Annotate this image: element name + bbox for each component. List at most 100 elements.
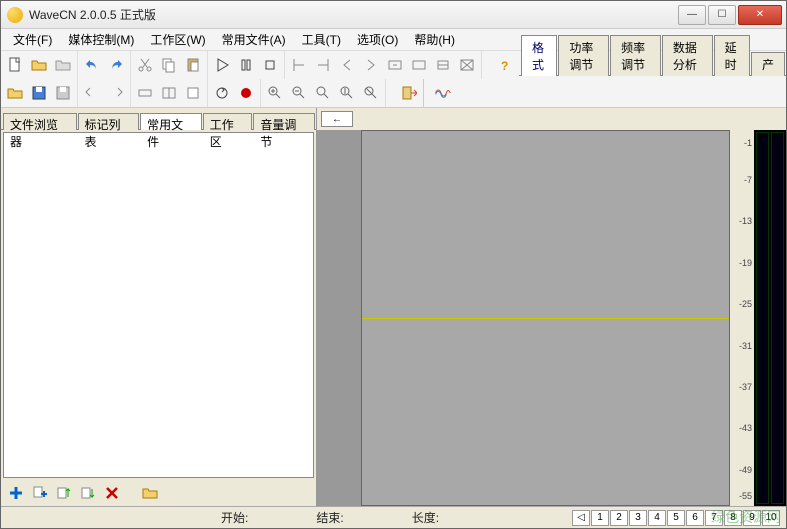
help-icon[interactable]: ? <box>495 55 515 75</box>
delete-item-icon[interactable] <box>103 484 121 502</box>
tab-more[interactable]: 产 <box>751 52 785 76</box>
cut-icon[interactable] <box>135 55 155 75</box>
close-button[interactable]: ✕ <box>738 5 782 25</box>
left-panel: 文件浏览器 标记列表 常用文件 工作区 音量调节 <box>1 108 317 506</box>
marker-prev-icon[interactable] <box>337 55 357 75</box>
pager-1[interactable]: 1 <box>591 510 609 526</box>
tab-file-browser[interactable]: 文件浏览器 <box>3 113 77 130</box>
back-button[interactable]: ← <box>321 111 353 127</box>
marker-next-icon[interactable] <box>361 55 381 75</box>
level-tick: -37 <box>739 382 752 392</box>
pager-9[interactable]: 9 <box>743 510 761 526</box>
pager-6[interactable]: 6 <box>686 510 704 526</box>
zoom-sel-fit-icon[interactable] <box>433 55 453 75</box>
right-panel: ← -1 -7 -13 -19 -25 -31 -37 -43 -49 -55 <box>317 108 786 506</box>
tab-workspace[interactable]: 工作区 <box>203 113 253 130</box>
zoom-out-icon[interactable] <box>289 83 309 103</box>
zoom-fit-icon[interactable] <box>313 83 333 103</box>
meter-bar-left <box>756 132 769 504</box>
pager-4[interactable]: 4 <box>648 510 666 526</box>
maximize-button[interactable]: ☐ <box>708 5 736 25</box>
zoom-sel-all-icon[interactable] <box>457 55 477 75</box>
zoom-sel-in-icon[interactable] <box>385 55 405 75</box>
zoom-reset-icon[interactable] <box>337 83 357 103</box>
wave-view: -1 -7 -13 -19 -25 -31 -37 -43 -49 -55 <box>317 130 786 506</box>
wave-effect-icon[interactable] <box>434 83 452 103</box>
save-icon[interactable] <box>29 83 49 103</box>
menu-media[interactable]: 媒体控制(M) <box>60 29 142 50</box>
tab-power[interactable]: 功率调节 <box>558 35 609 76</box>
undo-icon[interactable] <box>82 55 102 75</box>
tab-analysis[interactable]: 数据分析 <box>662 35 713 76</box>
tab-frequency[interactable]: 频率调节 <box>610 35 661 76</box>
svg-text:?: ? <box>501 59 508 73</box>
tab-recent-files[interactable]: 常用文件 <box>140 113 202 130</box>
right-panel-header: ← <box>317 108 786 130</box>
record-loop-icon[interactable] <box>212 83 232 103</box>
toolstrip: ? 格式 功率调节 频率调节 数据分析 延时 产 <box>1 51 786 108</box>
pager-8[interactable]: 8 <box>724 510 742 526</box>
stop-icon[interactable] <box>260 55 280 75</box>
wave-canvas[interactable] <box>361 130 730 506</box>
pager-5[interactable]: 5 <box>667 510 685 526</box>
level-tick: -25 <box>739 299 752 309</box>
pager-2[interactable]: 2 <box>610 510 628 526</box>
mix-icon[interactable] <box>159 83 179 103</box>
redo2-icon[interactable] <box>106 83 126 103</box>
tab-volume[interactable]: 音量调节 <box>253 113 315 130</box>
menu-options[interactable]: 选项(O) <box>349 29 406 50</box>
select-start-icon[interactable] <box>289 55 309 75</box>
close-file-icon[interactable] <box>53 55 73 75</box>
play-icon[interactable] <box>212 55 232 75</box>
pager-10[interactable]: 10 <box>762 510 780 526</box>
open-item-icon[interactable] <box>141 484 159 502</box>
main-area: 文件浏览器 标记列表 常用文件 工作区 音量调节 ← <box>1 108 786 506</box>
level-meter <box>754 130 786 506</box>
app-icon <box>7 7 23 23</box>
open-folder-icon[interactable] <box>5 83 25 103</box>
open-file-icon[interactable] <box>29 55 49 75</box>
pager-prev[interactable]: ◁ <box>572 510 590 526</box>
zoom-in-icon[interactable] <box>265 83 285 103</box>
sort-down-icon[interactable] <box>79 484 97 502</box>
redo-icon[interactable] <box>106 55 126 75</box>
status-bar: 开始: 结束: 长度: ◁ 1 2 3 4 5 6 7 8 9 10 <box>1 506 786 528</box>
menu-tools[interactable]: 工具(T) <box>294 29 349 50</box>
pager-3[interactable]: 3 <box>629 510 647 526</box>
tab-format[interactable]: 格式 <box>521 35 557 76</box>
clear-icon[interactable] <box>183 83 203 103</box>
pause-icon[interactable] <box>236 55 256 75</box>
tab-markers[interactable]: 标记列表 <box>78 113 140 130</box>
right-tab-bar: 格式 功率调节 频率调节 数据分析 延时 产 <box>519 51 786 76</box>
left-tab-bar: 文件浏览器 标记列表 常用文件 工作区 音量调节 <box>1 108 316 130</box>
sort-up-icon[interactable] <box>55 484 73 502</box>
record-icon[interactable] <box>236 83 256 103</box>
level-tick: -13 <box>739 216 752 226</box>
menu-help[interactable]: 帮助(H) <box>406 29 463 50</box>
wave-centerline <box>362 318 729 319</box>
minimize-button[interactable]: — <box>678 5 706 25</box>
menu-file[interactable]: 文件(F) <box>5 29 60 50</box>
select-end-icon[interactable] <box>313 55 333 75</box>
exit-icon[interactable] <box>399 83 419 103</box>
trim-icon[interactable] <box>135 83 155 103</box>
menu-workspace[interactable]: 工作区(W) <box>142 29 213 50</box>
undo2-icon[interactable] <box>82 83 102 103</box>
tab-delay[interactable]: 延时 <box>714 35 750 76</box>
add-item-icon[interactable] <box>7 484 25 502</box>
menu-recent[interactable]: 常用文件(A) <box>214 29 294 50</box>
pager-7[interactable]: 7 <box>705 510 723 526</box>
status-start: 开始: <box>221 509 248 526</box>
copy-icon[interactable] <box>159 55 179 75</box>
titlebar: WaveCN 2.0.0.5 正式版 — ☐ ✕ <box>1 1 786 29</box>
add-copy-icon[interactable] <box>31 484 49 502</box>
zoom-sel-out-icon[interactable] <box>409 55 429 75</box>
window-buttons: — ☐ ✕ <box>676 5 782 25</box>
level-tick: -31 <box>739 341 752 351</box>
save-as-icon[interactable] <box>53 83 73 103</box>
window-title: WaveCN 2.0.0.5 正式版 <box>29 6 676 23</box>
new-file-icon[interactable] <box>5 55 25 75</box>
level-tick: -19 <box>739 258 752 268</box>
paste-icon[interactable] <box>183 55 203 75</box>
zoom-all-icon[interactable] <box>361 83 381 103</box>
